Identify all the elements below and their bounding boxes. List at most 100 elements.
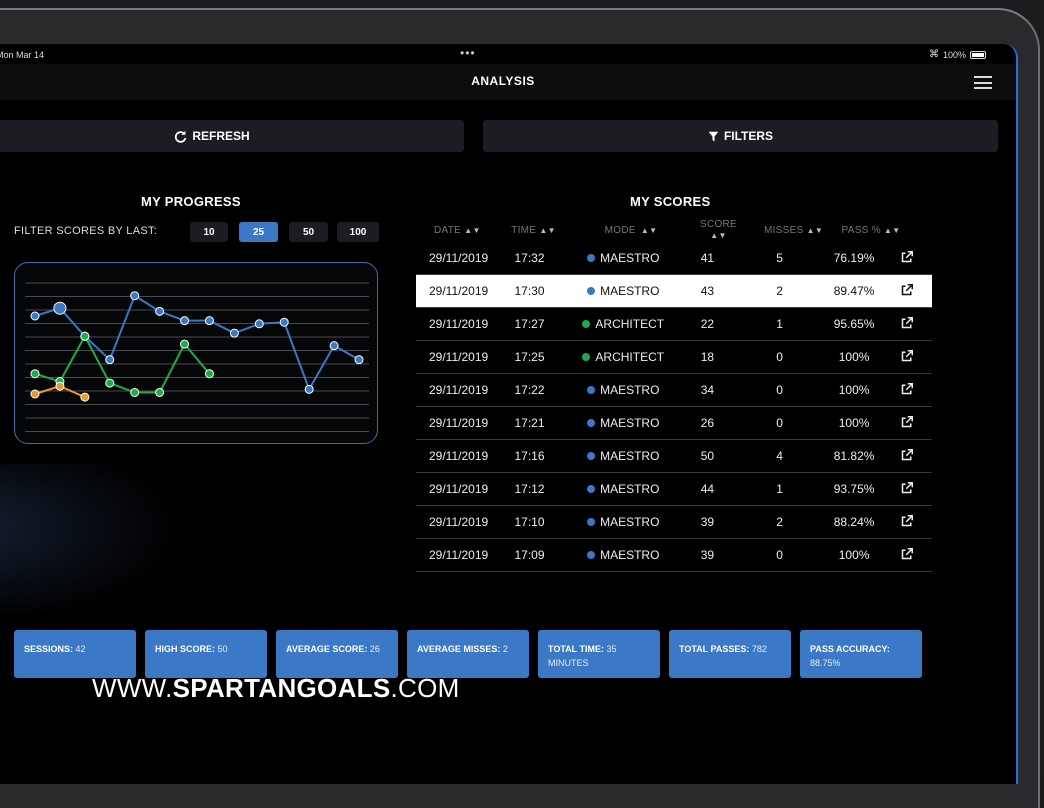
table-row[interactable]: 29/11/2019 17:25 ARCHITECT 18 0 100% [416, 341, 932, 374]
table-row[interactable]: 29/11/2019 17:09 MAESTRO 39 0 100% [416, 539, 932, 572]
data-point [254, 319, 264, 329]
sort-icon: ▲▼ [710, 231, 727, 240]
cell-pass: 100% [838, 350, 870, 364]
page-title: ANALYSIS [471, 74, 535, 88]
table-row[interactable]: 29/11/2019 17:10 MAESTRO 39 2 88.24% [416, 506, 932, 539]
table-row[interactable]: 29/11/2019 17:32 MAESTRO 41 5 76.19% [416, 242, 932, 275]
cell-misses: 1 [776, 482, 783, 496]
sort-icon: ▲▼ [464, 225, 481, 235]
cell-pass: 95.65% [833, 317, 875, 331]
cell-misses: 1 [776, 317, 783, 331]
data-point [155, 306, 165, 316]
mode-dot-icon [587, 254, 596, 262]
external-edit-icon[interactable] [883, 547, 932, 563]
table-row[interactable]: 29/11/2019 17:21 MAESTRO 26 0 100% [416, 407, 932, 440]
cell-date: 29/11/2019 [429, 350, 489, 364]
cell-score: 41 [700, 251, 715, 265]
cell-date: 29/11/2019 [429, 449, 489, 463]
col-date[interactable]: DATE ▲▼ [416, 225, 496, 236]
cell-misses: 0 [776, 548, 783, 562]
cell-date: 29/11/2019 [429, 548, 489, 562]
data-point [229, 328, 239, 338]
cell-date: 29/11/2019 [429, 251, 489, 265]
col-score[interactable]: SCORE ▲▼ [691, 219, 746, 241]
external-edit-icon[interactable] [883, 283, 932, 299]
filter-option-100[interactable]: 100 [337, 222, 379, 242]
cell-mode: MAESTRO [566, 284, 681, 298]
cell-mode: MAESTRO [566, 383, 681, 397]
external-edit-icon[interactable] [883, 349, 932, 365]
col-misses[interactable]: MISSES ▲▼ [746, 225, 841, 236]
progress-chart [14, 262, 378, 444]
filter-option-50[interactable]: 50 [289, 222, 328, 242]
refresh-label: REFRESH [192, 129, 250, 143]
col-mode[interactable]: MODE ▲▼ [571, 225, 691, 236]
filter-option-10[interactable]: 10 [190, 222, 228, 242]
cell-mode: MAESTRO [566, 416, 681, 430]
table-row[interactable]: 29/11/2019 17:30 MAESTRO 43 2 89.47% [416, 275, 932, 308]
data-point [30, 311, 40, 321]
battery-percent: 100% [942, 49, 966, 60]
refresh-button[interactable]: REFRESH [0, 120, 464, 152]
sort-icon: ▲▼ [539, 225, 556, 235]
col-pass[interactable]: PASS % ▲▼ [841, 225, 901, 236]
data-point [329, 341, 339, 351]
data-point [30, 369, 40, 379]
external-edit-icon[interactable] [883, 448, 932, 464]
status-right: ⌘ 100% [929, 49, 986, 60]
external-edit-icon[interactable] [883, 382, 932, 398]
table-body: 29/11/2019 17:32 MAESTRO 41 5 76.19% 29/11/201… [416, 242, 932, 572]
table-row[interactable]: 29/11/2019 17:27 ARCHITECT 22 1 95.65% [416, 308, 932, 341]
data-point [105, 355, 115, 365]
wifi-icon: ⌘ [928, 49, 939, 60]
filters-button[interactable]: FILTERS [483, 120, 998, 152]
cell-pass: 76.19% [833, 251, 875, 265]
scores-table: DATE ▲▼ TIME ▲▼ MODE ▲▼ SCORE ▲▼ MISSES … [416, 218, 932, 572]
multitask-dots[interactable]: ••• [460, 46, 476, 60]
stat-average-misses: AVERAGE MISSES: 2 [407, 630, 529, 678]
cell-time: 17:12 [514, 482, 545, 496]
mode-dot-icon [587, 485, 596, 493]
table-header: DATE ▲▼ TIME ▲▼ MODE ▲▼ SCORE ▲▼ MISSES … [416, 218, 932, 242]
data-point [180, 316, 190, 326]
cell-pass: 89.47% [833, 284, 875, 298]
progress-title: MY PROGRESS [141, 194, 241, 209]
table-row[interactable]: 29/11/2019 17:22 MAESTRO 34 0 100% [416, 374, 932, 407]
data-point [180, 339, 190, 349]
table-row[interactable]: 29/11/2019 17:16 MAESTRO 50 4 81.82% [416, 440, 932, 473]
cell-pass: 100% [838, 416, 870, 430]
cell-date: 29/11/2019 [429, 284, 489, 298]
mode-dot-icon [587, 287, 596, 295]
stat-average-score: AVERAGE SCORE: 26 [276, 630, 398, 678]
data-point [30, 389, 40, 399]
cell-pass: 88.24% [833, 515, 875, 529]
cell-date: 29/11/2019 [429, 482, 489, 496]
table-row[interactable]: 29/11/2019 17:12 MAESTRO 44 1 93.75% [416, 473, 932, 506]
data-point [53, 301, 67, 315]
cell-score: 18 [700, 350, 715, 364]
hamburger-menu-icon[interactable] [974, 76, 992, 89]
col-time[interactable]: TIME ▲▼ [496, 225, 571, 236]
cell-time: 17:10 [514, 515, 545, 529]
filters-label: FILTERS [723, 129, 774, 143]
data-point [304, 384, 314, 394]
cell-pass: 100% [838, 548, 870, 562]
refresh-icon [175, 130, 187, 143]
filter-icon [708, 131, 719, 141]
cell-misses: 4 [776, 449, 783, 463]
mode-dot-icon [582, 320, 591, 328]
filter-option-25[interactable]: 25 [239, 222, 278, 242]
external-edit-icon[interactable] [883, 481, 932, 497]
external-edit-icon[interactable] [883, 514, 932, 530]
external-edit-icon[interactable] [883, 250, 932, 266]
filter-scores-label: FILTER SCORES BY LAST: [14, 225, 158, 237]
data-point [130, 291, 140, 301]
cell-time: 17:22 [514, 383, 545, 397]
data-point [80, 331, 90, 341]
external-edit-icon[interactable] [883, 415, 932, 431]
external-edit-icon[interactable] [883, 316, 932, 332]
sort-icon: ▲▼ [640, 225, 658, 235]
stat-high-score: HIGH SCORE: 50 [145, 630, 267, 678]
sort-icon: ▲▼ [884, 225, 901, 235]
cell-misses: 2 [776, 284, 783, 298]
